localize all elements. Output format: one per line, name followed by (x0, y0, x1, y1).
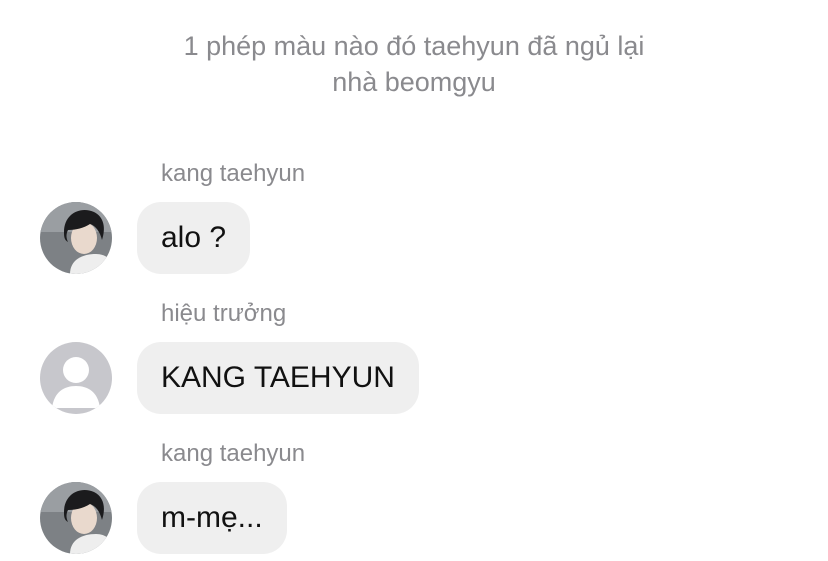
sender-name: kang taehyun (161, 160, 306, 187)
avatar[interactable] (40, 342, 112, 414)
avatar[interactable] (40, 202, 112, 274)
default-user-icon (40, 342, 112, 414)
sender-name: kang taehyun (161, 440, 306, 467)
avatar[interactable] (40, 482, 112, 554)
profile-photo-icon (40, 482, 112, 554)
system-notice-line-2: nhà beomgyu (332, 67, 496, 97)
system-notice: 1 phép màu nào đó taehyun đã ngủ lại nhà… (0, 28, 828, 100)
message-bubble[interactable]: m-mẹ... (137, 482, 287, 554)
message-bubble[interactable]: KANG TAEHYUN (137, 342, 419, 414)
message-bubble[interactable]: alo ? (137, 202, 251, 274)
profile-photo-icon (40, 202, 112, 274)
sender-name: hiệu trưởng (161, 300, 287, 327)
system-notice-line-1: 1 phép màu nào đó taehyun đã ngủ lại (183, 31, 645, 61)
